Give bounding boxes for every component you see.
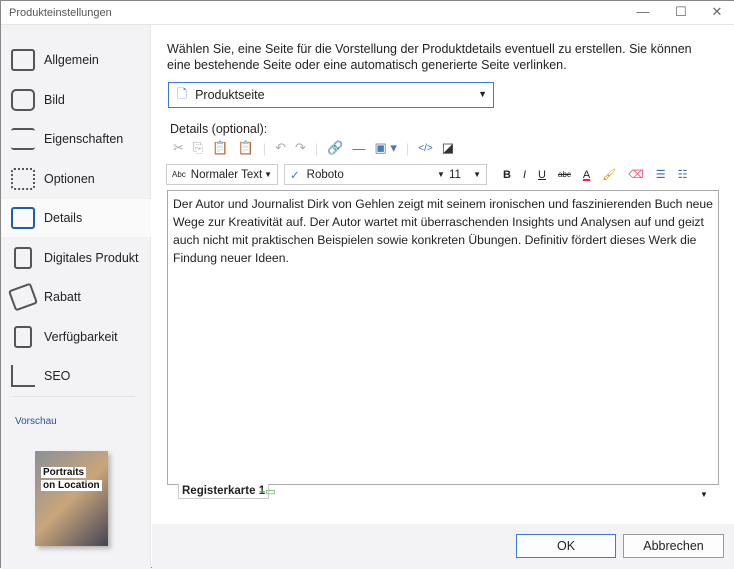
- maximize-button[interactable]: ☐: [671, 4, 691, 20]
- layout-icon: [11, 49, 35, 71]
- check-icon: ✓: [290, 169, 300, 182]
- italic-button[interactable]: I: [523, 169, 526, 181]
- details-label: Details (optional):: [170, 122, 268, 136]
- numbered-list-icon[interactable]: ☷: [678, 168, 688, 181]
- html-source-icon[interactable]: </>: [418, 143, 432, 154]
- camera-icon: [11, 89, 35, 111]
- chevron-down-icon: ▼: [478, 89, 487, 99]
- format-toolbar: Abc Normaler Text ▼ ✓ Roboto ▼ 11 ▼ B I U abc …: [166, 164, 688, 185]
- copy-icon[interactable]: ⎘: [193, 140, 203, 156]
- style-prefix: Abc: [172, 170, 186, 179]
- sidebar-item-label: Bild: [44, 93, 65, 107]
- style-select[interactable]: Abc Normaler Text ▼: [166, 164, 278, 185]
- book-title-line: Portraits: [41, 467, 87, 478]
- font-size-value[interactable]: 11: [449, 169, 461, 181]
- sidebar-item-eigenschaften[interactable]: Eigenschaften: [1, 120, 151, 158]
- preview-label: Vorschau: [15, 416, 57, 427]
- ok-button[interactable]: OK: [516, 534, 616, 558]
- font-select-value: Roboto: [306, 168, 344, 181]
- style-select-value: Normaler Text: [190, 168, 263, 181]
- cancel-button[interactable]: Abbrechen: [623, 534, 724, 558]
- bullet-list-icon[interactable]: ☰: [656, 168, 666, 181]
- clipboard-check-icon: [14, 326, 32, 348]
- page-select[interactable]: 🗋 Produktseite ▼: [168, 82, 494, 108]
- bold-button[interactable]: B: [503, 169, 511, 181]
- sidebar-item-label: Digitales Produkt: [44, 251, 139, 265]
- font-select[interactable]: ✓ Roboto ▼ 11 ▼: [284, 164, 487, 185]
- sidebar-item-label: Allgemein: [44, 53, 99, 67]
- font-color-button[interactable]: A: [583, 169, 590, 181]
- tag-icon: [7, 282, 39, 312]
- sidebar-item-label: Rabatt: [44, 290, 81, 304]
- sidebar-item-rabatt[interactable]: Rabatt: [1, 278, 151, 316]
- strikethrough-button[interactable]: abc: [558, 170, 571, 179]
- tab-menu-chevron-icon[interactable]: ▼: [700, 490, 708, 499]
- sidebar-item-bild[interactable]: Bild: [1, 81, 151, 119]
- window-title: Produkteinstellungen: [9, 7, 112, 19]
- paste-icon[interactable]: 📋: [212, 140, 228, 156]
- sidebar-item-verfuegbarkeit[interactable]: Verfügbarkeit: [1, 318, 151, 356]
- highlight-icon[interactable]: 🖌: [602, 168, 616, 181]
- book-cover-preview: Portraits on Location: [35, 451, 108, 546]
- sidebar-item-details[interactable]: Details: [1, 199, 151, 237]
- divider: [13, 396, 135, 397]
- image-icon[interactable]: ▣ ▾: [374, 140, 396, 156]
- close-button[interactable]: ✕: [707, 4, 727, 20]
- redo-icon[interactable]: ↷: [295, 140, 306, 156]
- intro-text: Wählen Sie, eine Seite für die Vorstellu…: [167, 42, 692, 72]
- chart-icon: [11, 365, 35, 387]
- undo-icon[interactable]: ↶: [275, 140, 286, 156]
- contrast-icon[interactable]: ◪: [442, 140, 454, 156]
- book-title-line: on Location: [41, 480, 102, 491]
- details-icon: [11, 207, 35, 229]
- sidebar-item-seo[interactable]: SEO: [1, 357, 151, 395]
- sidebar-item-label: Optionen: [44, 172, 95, 186]
- underline-button[interactable]: U: [538, 169, 546, 181]
- tab-registerkarte-1[interactable]: Registerkarte 1: [178, 484, 270, 499]
- cut-icon[interactable]: ✂: [173, 140, 184, 156]
- chevron-down-icon: ▼: [264, 170, 272, 179]
- page-select-value: Produktseite: [195, 88, 265, 102]
- chevron-down-icon: ▼: [473, 170, 481, 179]
- download-file-icon: [14, 247, 32, 269]
- sidebar-item-label: Details: [44, 211, 83, 225]
- sidebar-item-optionen[interactable]: Optionen: [1, 160, 151, 198]
- title-bar: Produkteinstellungen — ☐ ✕: [1, 1, 734, 25]
- sidebar-item-label: Verfügbarkeit: [44, 330, 118, 344]
- details-editor[interactable]: Der Autor und Journalist Dirk von Gehlen…: [167, 190, 719, 485]
- link-icon[interactable]: 🔗: [327, 140, 343, 156]
- paste-text-icon[interactable]: 📋: [238, 140, 254, 156]
- sidebar-item-digitales-produkt[interactable]: Digitales Produkt: [1, 239, 151, 277]
- editor-toolbar: ✂ ⎘ 📋 📋 | ↶ ↷ | 🔗 — ▣ ▾ | </> ◪: [173, 140, 455, 156]
- add-tab-icon[interactable]: +▭: [259, 485, 276, 498]
- sidebar-item-allgemein[interactable]: Allgemein: [1, 41, 151, 79]
- chevron-down-icon: ▼: [437, 170, 445, 179]
- minimize-button[interactable]: —: [633, 4, 653, 19]
- page-icon: 🗋: [177, 86, 188, 101]
- sidebar-item-label: Eigenschaften: [44, 132, 124, 146]
- sidebar-item-label: SEO: [44, 369, 71, 383]
- list-icon: [11, 128, 35, 150]
- grid-icon: [11, 168, 35, 190]
- eraser-icon[interactable]: ⌫: [628, 168, 644, 181]
- horizontal-rule-icon[interactable]: —: [352, 141, 365, 156]
